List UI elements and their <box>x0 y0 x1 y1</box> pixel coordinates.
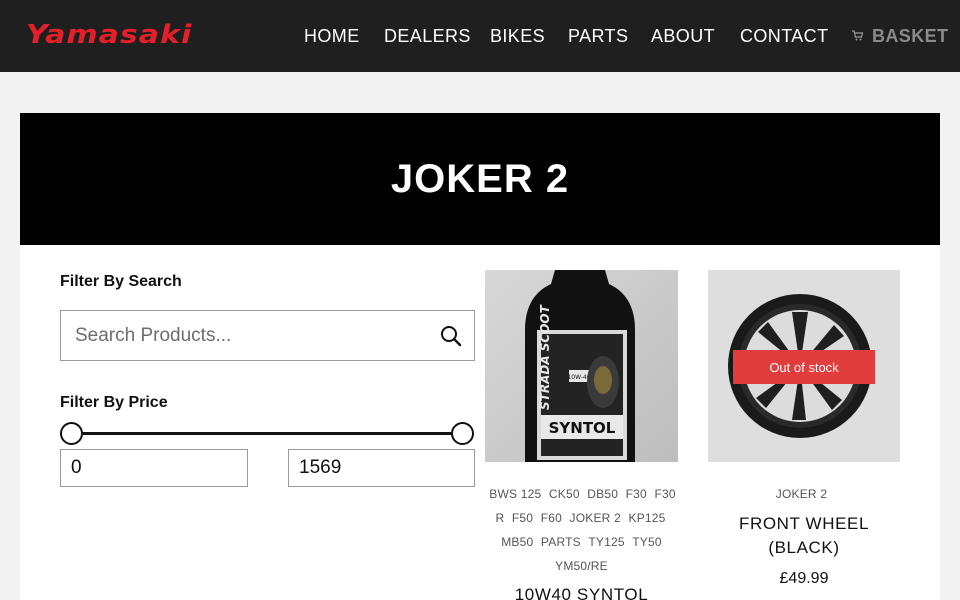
product-tag-link[interactable]: F30 <box>626 487 647 501</box>
filter-search-heading: Filter By Search <box>60 273 182 290</box>
product-tag-link[interactable]: DB50 <box>587 487 618 501</box>
product-tag-link[interactable]: KP125 <box>629 511 666 525</box>
search-icon[interactable] <box>439 324 463 348</box>
oil-bottle-image[interactable]: SYNTOL STRADA SCOOT 10W-40 <box>485 270 678 462</box>
product-tag-link[interactable]: PARTS <box>541 535 581 549</box>
brand-logo[interactable]: Yamasaki <box>26 20 192 50</box>
cart-icon <box>851 29 864 45</box>
product-tag-link[interactable]: F60 <box>541 511 562 525</box>
product-tags: BWS 125 CK50 DB50 F30 F30 R F50 F60 JOKE… <box>485 482 678 578</box>
nav-parts[interactable]: PARTS <box>568 26 628 47</box>
site-header: Yamasaki HOME DEALERS BIKES PARTS ABOUT … <box>0 0 960 72</box>
product-price: £49.99 <box>779 570 829 587</box>
svg-text:SYNTOL: SYNTOL <box>549 419 616 437</box>
product-tag-link[interactable]: CK50 <box>549 487 580 501</box>
filter-price-heading: Filter By Price <box>60 394 168 411</box>
product-tag-link[interactable]: JOKER 2 <box>776 487 827 501</box>
basket-label: BASKET <box>872 26 949 46</box>
product-tags: JOKER 2 <box>708 482 895 506</box>
search-box[interactable] <box>60 310 475 361</box>
price-max-input[interactable] <box>288 449 475 487</box>
price-slider-track[interactable] <box>71 432 463 435</box>
product-tag-link[interactable]: MB50 <box>501 535 533 549</box>
nav-contact[interactable]: CONTACT <box>740 26 828 47</box>
product-tag-link[interactable]: YM50/RE <box>555 559 608 573</box>
product-tag-link[interactable]: F50 <box>512 511 533 525</box>
product-title[interactable]: FRONT WHEEL (BLACK) <box>714 512 894 560</box>
nav-about[interactable]: ABOUT <box>651 26 715 47</box>
product-title[interactable]: 10W40 SYNTOL <box>485 583 678 600</box>
nav-bikes[interactable]: BIKES <box>490 26 545 47</box>
product-tag-link[interactable]: BWS 125 <box>489 487 541 501</box>
nav-home[interactable]: HOME <box>304 26 360 47</box>
out-of-stock-badge: Out of stock <box>733 350 875 384</box>
price-slider-min-handle[interactable] <box>60 422 83 445</box>
basket-link[interactable]: BASKET <box>851 26 948 47</box>
price-range-slider[interactable] <box>60 420 476 446</box>
page-title: JOKER 2 <box>390 156 570 201</box>
price-slider-max-handle[interactable] <box>451 422 474 445</box>
nav-dealers[interactable]: DEALERS <box>384 26 471 47</box>
svg-text:STRADA SCOOT: STRADA SCOOT <box>538 304 552 410</box>
price-min-input[interactable] <box>60 449 248 487</box>
product-tag-link[interactable]: JOKER 2 <box>570 511 621 525</box>
page-hero: JOKER 2 <box>20 113 940 245</box>
product-tag-link[interactable]: TY50 <box>632 535 661 549</box>
search-input[interactable] <box>75 323 425 349</box>
product-tag-link[interactable]: TY125 <box>588 535 624 549</box>
